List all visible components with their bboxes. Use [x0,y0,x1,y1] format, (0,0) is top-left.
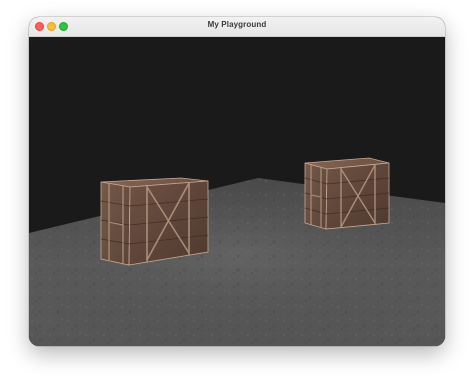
crate-right [304,157,390,230]
app-window: My Playground [29,17,445,346]
window-title: My Playground [207,20,267,29]
title-bar[interactable]: My Playground [29,17,445,37]
scene-canvas [29,157,445,346]
crate-left [100,177,209,266]
scene-viewport[interactable] [29,37,445,346]
